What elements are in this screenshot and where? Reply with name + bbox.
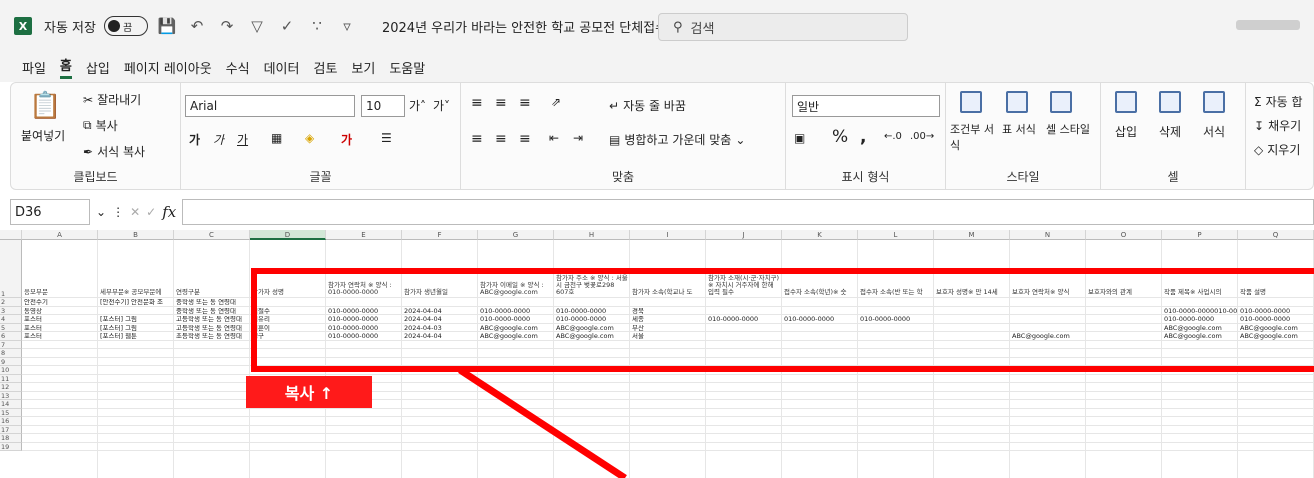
copy-annotation-label: 복사 ↑ <box>246 376 372 408</box>
annotation-arrow <box>458 367 627 478</box>
